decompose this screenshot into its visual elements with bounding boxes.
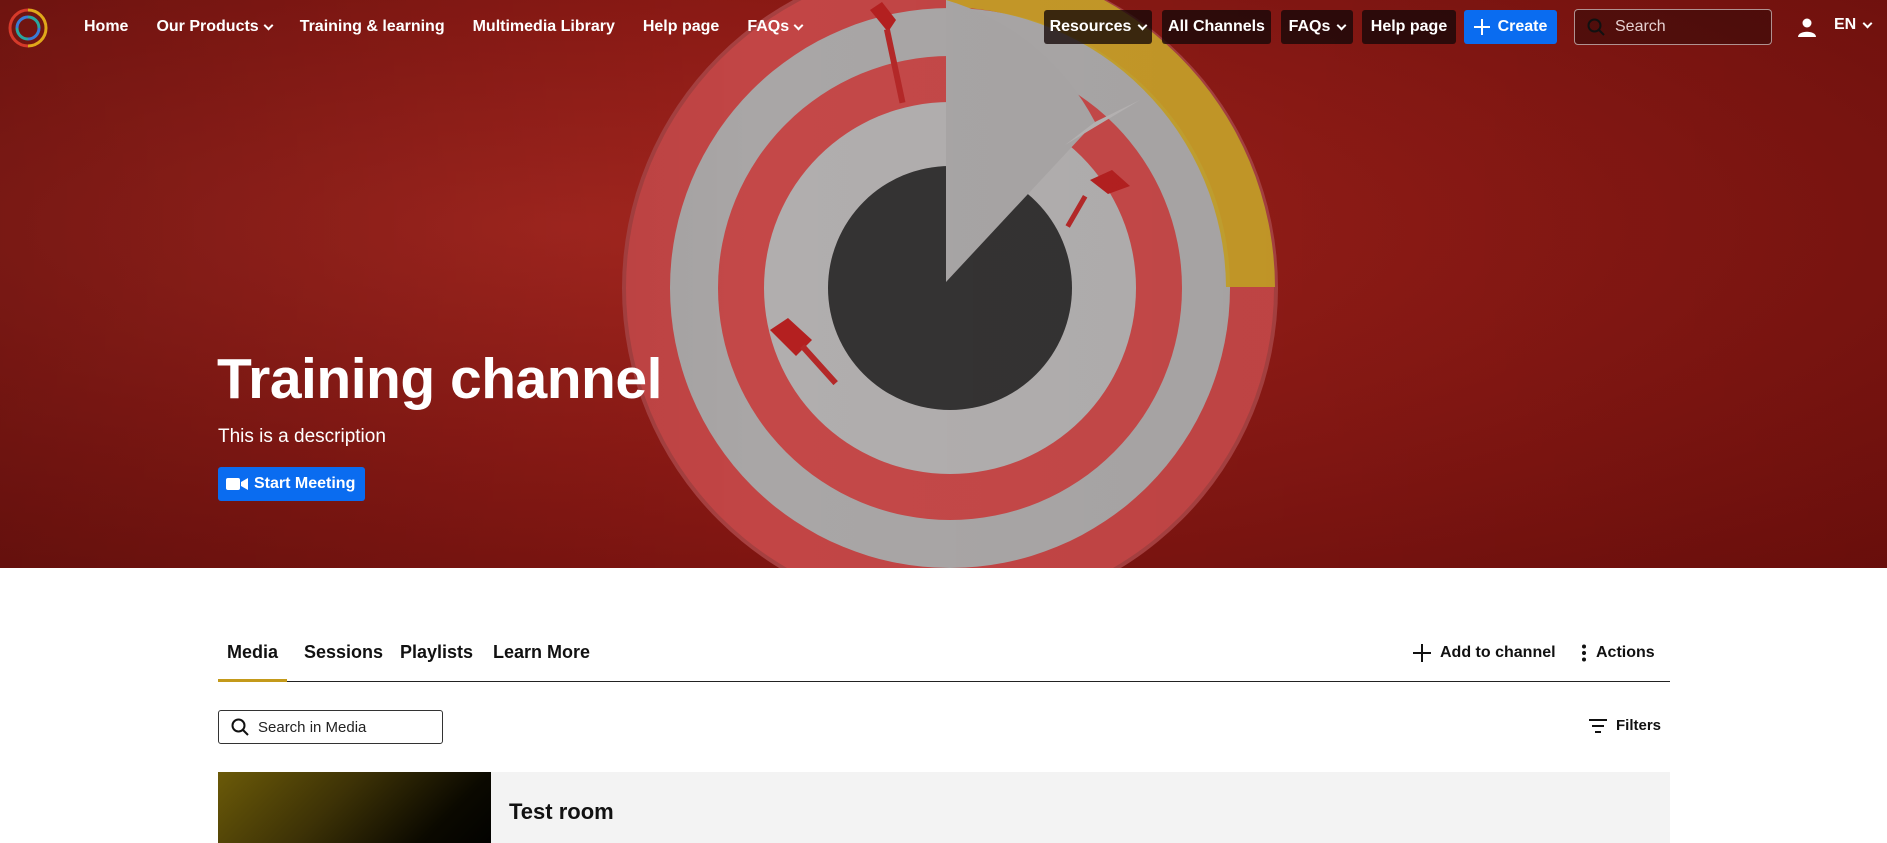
- create-button[interactable]: Create: [1464, 10, 1557, 44]
- chevron-down-icon: [1137, 20, 1148, 30]
- all-channels-label: All Channels: [1168, 18, 1265, 35]
- nav-faqs[interactable]: FAQs: [733, 18, 816, 36]
- add-to-channel-label: Add to channel: [1440, 644, 1556, 661]
- tab-playlists[interactable]: Playlists: [400, 642, 473, 663]
- nav-home[interactable]: Home: [84, 18, 142, 36]
- tab-sessions[interactable]: Sessions: [304, 642, 383, 663]
- all-channels-button[interactable]: All Channels: [1162, 10, 1271, 44]
- start-meeting-label: Start Meeting: [254, 475, 356, 492]
- actions-menu-button[interactable]: Actions: [1581, 644, 1655, 662]
- resources-label: Resources: [1049, 18, 1132, 35]
- faqs-menu[interactable]: FAQs: [1281, 10, 1353, 44]
- nav-training-label: Training & learning: [299, 18, 445, 35]
- actions-label: Actions: [1596, 644, 1655, 661]
- resources-menu[interactable]: Resources: [1044, 10, 1152, 44]
- user-icon[interactable]: [1797, 17, 1817, 37]
- start-meeting-button[interactable]: Start Meeting: [218, 467, 366, 501]
- search-icon: [1587, 18, 1605, 36]
- chevron-down-icon: [1862, 18, 1873, 28]
- filter-icon: [1589, 718, 1607, 733]
- channel-description: This is a description: [218, 426, 386, 447]
- nav-multimedia-label: Multimedia Library: [472, 18, 615, 35]
- chevron-down-icon: [263, 20, 274, 30]
- faqs-label: FAQs: [1288, 18, 1331, 35]
- tab-media[interactable]: Media: [217, 642, 288, 682]
- media-entry-title[interactable]: Test room: [509, 799, 614, 825]
- chevron-down-icon: [793, 20, 804, 30]
- nav-our-products-label: Our Products: [156, 18, 259, 35]
- channel-tabs: Media Sessions Playlists Learn More Add …: [217, 628, 1670, 682]
- help-page-label: Help page: [1370, 18, 1448, 35]
- nav-faqs-label: FAQs: [747, 18, 790, 35]
- channel-hero: Training channel This is a description S…: [0, 0, 1887, 568]
- nav-home-label: Home: [84, 18, 129, 35]
- help-page-button[interactable]: Help page: [1362, 10, 1456, 44]
- language-label: EN: [1834, 16, 1857, 33]
- filters-button[interactable]: Filters: [1589, 717, 1661, 734]
- media-search-input[interactable]: [258, 718, 438, 736]
- main-menu: Home Our Products Training & learning Mu…: [84, 0, 816, 54]
- filters-label: Filters: [1616, 717, 1662, 734]
- nav-help-page[interactable]: Help page: [629, 18, 733, 36]
- media-thumbnail[interactable]: [218, 772, 491, 843]
- logo-circle-icon[interactable]: [8, 8, 48, 48]
- chevron-down-icon: [1336, 20, 1347, 30]
- plus-icon: [1473, 19, 1490, 35]
- top-navigation: Home Our Products Training & learning Mu…: [0, 0, 1887, 54]
- add-to-channel-button[interactable]: Add to channel: [1413, 644, 1556, 662]
- media-search[interactable]: [218, 710, 443, 744]
- language-selector[interactable]: EN: [1834, 16, 1873, 34]
- nav-training-learning[interactable]: Training & learning: [286, 18, 459, 36]
- tab-learn-more[interactable]: Learn More: [493, 642, 590, 663]
- nav-help-label: Help page: [642, 18, 720, 35]
- video-camera-icon: [226, 478, 248, 490]
- global-search-input[interactable]: [1615, 18, 1765, 36]
- more-vertical-icon: [1582, 644, 1586, 662]
- global-search[interactable]: [1574, 9, 1772, 45]
- plus-icon: [1413, 644, 1431, 662]
- nav-our-products[interactable]: Our Products: [142, 18, 285, 36]
- channel-title: Training channel: [217, 347, 662, 411]
- search-icon: [231, 718, 249, 736]
- create-label: Create: [1497, 18, 1548, 35]
- media-entry-card[interactable]: Test room: [218, 772, 1670, 843]
- nav-multimedia-library[interactable]: Multimedia Library: [459, 18, 629, 36]
